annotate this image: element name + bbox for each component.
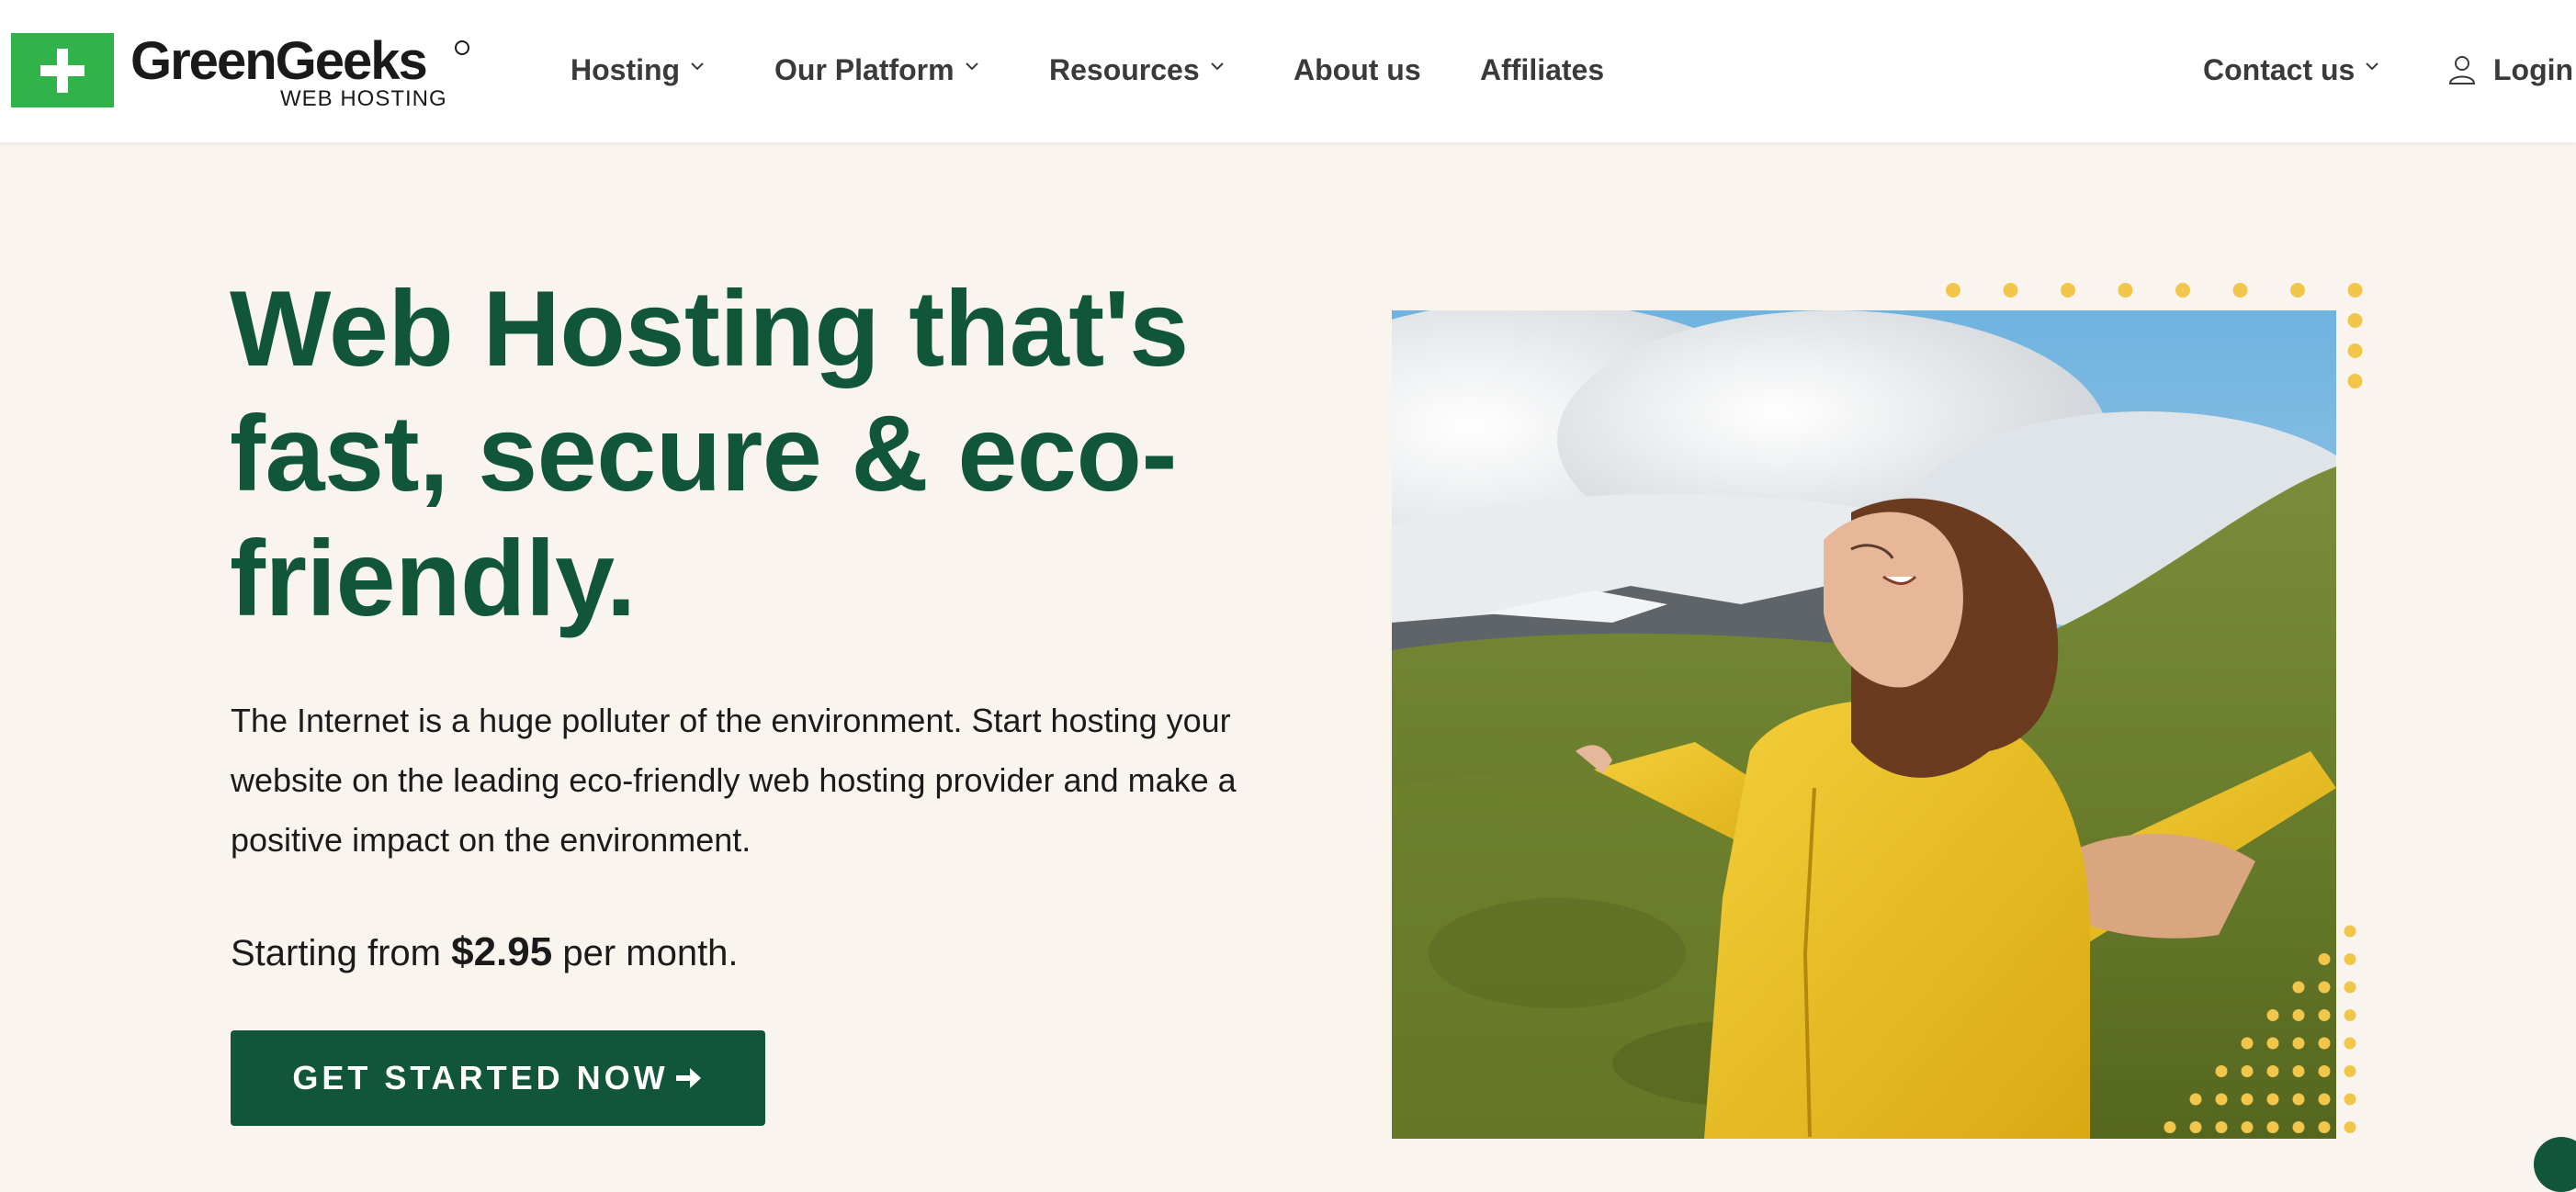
nav-platform-label: Our Platform xyxy=(774,53,955,86)
chevron-down-icon xyxy=(691,62,704,71)
nav-hosting[interactable]: Hosting xyxy=(571,51,706,88)
hero-description: The Internet is a huge polluter of the e… xyxy=(231,702,1237,859)
registered-mark-icon xyxy=(455,40,469,55)
nav-contact-label: Contact us xyxy=(2203,53,2356,86)
nav-login[interactable]: Login xyxy=(2447,51,2573,88)
nav-login-label: Login xyxy=(2493,53,2574,86)
logo-tagline: WEB HOSTING xyxy=(280,86,447,111)
logo-plus-icon xyxy=(11,33,114,107)
chevron-down-icon xyxy=(965,62,978,71)
decorative-dot-grid-bottom xyxy=(2164,925,2356,1133)
greengeeks-logo[interactable]: GreenGeeks WEB HOSTING xyxy=(11,31,489,114)
chevron-down-icon xyxy=(1210,62,1224,71)
get-started-button[interactable]: GET STARTED NOW xyxy=(231,1030,765,1126)
get-started-label: GET STARTED NOW xyxy=(292,1059,669,1096)
hero-title: Web Hosting that's fast, secure & eco-fr… xyxy=(230,268,1189,638)
price-amount: $2.95 xyxy=(451,929,553,974)
nav-our-platform[interactable]: Our Platform xyxy=(774,51,980,88)
price-suffix: per month. xyxy=(562,933,739,973)
nav-resources-label: Resources xyxy=(1049,53,1200,86)
nav-about-label: About us xyxy=(1294,53,1421,86)
nav-hosting-label: Hosting xyxy=(571,53,681,86)
nav-affiliates[interactable]: Affiliates xyxy=(1480,51,1604,88)
price-prefix: Starting from xyxy=(231,933,441,973)
nav-resources[interactable]: Resources xyxy=(1049,51,1226,88)
nav-about-us[interactable]: About us xyxy=(1294,51,1421,88)
user-icon xyxy=(2448,56,2476,84)
nav-contact-us[interactable]: Contact us xyxy=(2203,51,2380,88)
logo-wordmark: GreenGeeks xyxy=(130,31,428,91)
nav-affiliates-label: Affiliates xyxy=(1480,53,1605,86)
chevron-down-icon xyxy=(2366,62,2379,71)
arrow-right-icon xyxy=(675,1068,701,1088)
site-header: GreenGeeks WEB HOSTING Hosting Our Platf… xyxy=(0,0,2576,142)
chat-widget-button[interactable] xyxy=(2534,1137,2576,1192)
price-line: Starting from $2.95 per month. xyxy=(231,929,739,975)
